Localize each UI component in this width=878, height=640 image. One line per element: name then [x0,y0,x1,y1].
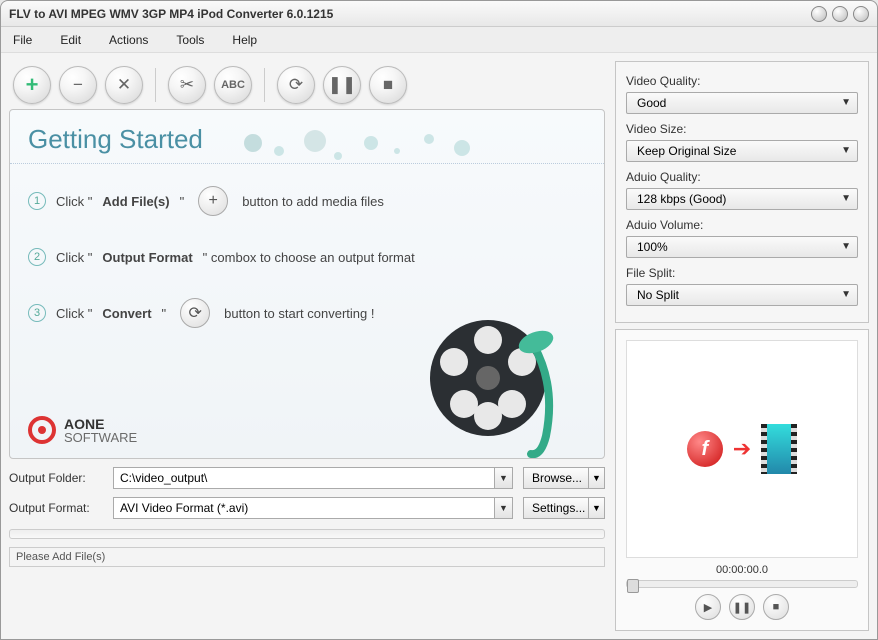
menu-file[interactable]: File [13,33,32,47]
chevron-down-icon: ▼ [841,145,851,156]
step-number-icon: 3 [28,304,46,322]
x-icon: ✕ [117,75,131,95]
file-split-label: File Split: [626,266,858,280]
separator [155,68,156,102]
menu-help[interactable]: Help [232,33,257,47]
remove-file-button[interactable]: − [59,66,97,104]
options-panel: Video Quality: Good▼ Video Size: Keep Or… [615,61,869,323]
film-strip-icon [761,424,797,474]
preview-canvas: f ➔ [626,340,858,558]
play-icon: ▶ [704,601,712,614]
menubar: File Edit Actions Tools Help [1,27,877,53]
clear-button[interactable]: ✕ [105,66,143,104]
output-folder-label: Output Folder: [9,471,103,485]
getting-started-panel: Getting Started 1 Click "Add File(s)" + … [9,109,605,459]
pause-icon: ❚❚ [328,75,357,95]
video-quality-combo[interactable]: Good▼ [626,92,858,114]
audio-quality-label: Aduio Quality: [626,170,858,184]
stop-icon: ■ [773,601,780,613]
seek-slider[interactable] [626,580,858,588]
preview-time: 00:00:00.0 [716,564,768,576]
logo-mark-icon [28,416,56,444]
progress-bar [9,529,605,539]
inline-add-icon: + [198,186,228,216]
step-number-icon: 1 [28,192,46,210]
browse-button[interactable]: Browse...▼ [523,467,605,489]
chevron-down-icon: ▼ [841,289,851,300]
output-folder-combo[interactable]: C:\video_output\▼ [113,467,513,489]
separator [264,68,265,102]
chevron-down-icon: ▼ [588,498,604,518]
stop-button[interactable]: ■ [763,594,789,620]
video-size-label: Video Size: [626,122,858,136]
menu-edit[interactable]: Edit [60,33,81,47]
file-split-combo[interactable]: No Split▼ [626,284,858,306]
video-size-combo[interactable]: Keep Original Size▼ [626,140,858,162]
menu-tools[interactable]: Tools [176,33,204,47]
pause-button[interactable]: ❚❚ [323,66,361,104]
close-button[interactable] [853,6,869,22]
inline-convert-icon: ⟳ [180,298,210,328]
step-1: 1 Click "Add File(s)" + button to add me… [28,186,586,216]
chevron-down-icon: ▼ [841,241,851,252]
cut-button[interactable]: ✂ [168,66,206,104]
pause-icon: ❚❚ [733,601,751,614]
audio-volume-combo[interactable]: 100%▼ [626,236,858,258]
rename-button[interactable]: ABC [214,66,252,104]
stop-icon: ■ [383,75,393,95]
toolbar: + − ✕ ✂ ABC ⟳ ❚❚ ■ [9,61,605,109]
step-number-icon: 2 [28,248,46,266]
add-file-button[interactable]: + [13,66,51,104]
chevron-down-icon: ▼ [841,97,851,108]
chevron-down-icon: ▼ [494,498,512,518]
output-format-combo[interactable]: AVI Video Format (*.avi)▼ [113,497,513,519]
brand-logo: AONESOFTWARE [28,416,137,444]
pause-button[interactable]: ❚❚ [729,594,755,620]
refresh-icon: ⟳ [289,75,303,95]
window-title: FLV to AVI MPEG WMV 3GP MP4 iPod Convert… [9,7,806,21]
step-2: 2 Click "Output Format" combox to choose… [28,248,586,266]
chevron-down-icon: ▼ [588,468,604,488]
video-quality-label: Video Quality: [626,74,858,88]
film-reel-icon [416,286,576,459]
titlebar: FLV to AVI MPEG WMV 3GP MP4 iPod Convert… [1,1,877,27]
chevron-down-icon: ▼ [841,193,851,204]
status-bar: Please Add File(s) [9,547,605,567]
audio-volume-label: Aduio Volume: [626,218,858,232]
scissors-icon: ✂ [180,75,194,95]
menu-actions[interactable]: Actions [109,33,148,47]
play-button[interactable]: ▶ [695,594,721,620]
chevron-down-icon: ▼ [494,468,512,488]
audio-quality-combo[interactable]: 128 kbps (Good)▼ [626,188,858,210]
preview-panel: f ➔ 00:00:00.0 ▶ ❚❚ ■ [615,329,869,631]
arrow-right-icon: ➔ [733,436,751,462]
output-format-label: Output Format: [9,501,103,515]
minimize-button[interactable] [811,6,827,22]
flash-icon: f [687,431,723,467]
maximize-button[interactable] [832,6,848,22]
settings-button[interactable]: Settings...▼ [523,497,605,519]
convert-button[interactable]: ⟳ [277,66,315,104]
minus-icon: − [73,75,83,95]
stop-button[interactable]: ■ [369,66,407,104]
plus-icon: + [26,72,39,98]
